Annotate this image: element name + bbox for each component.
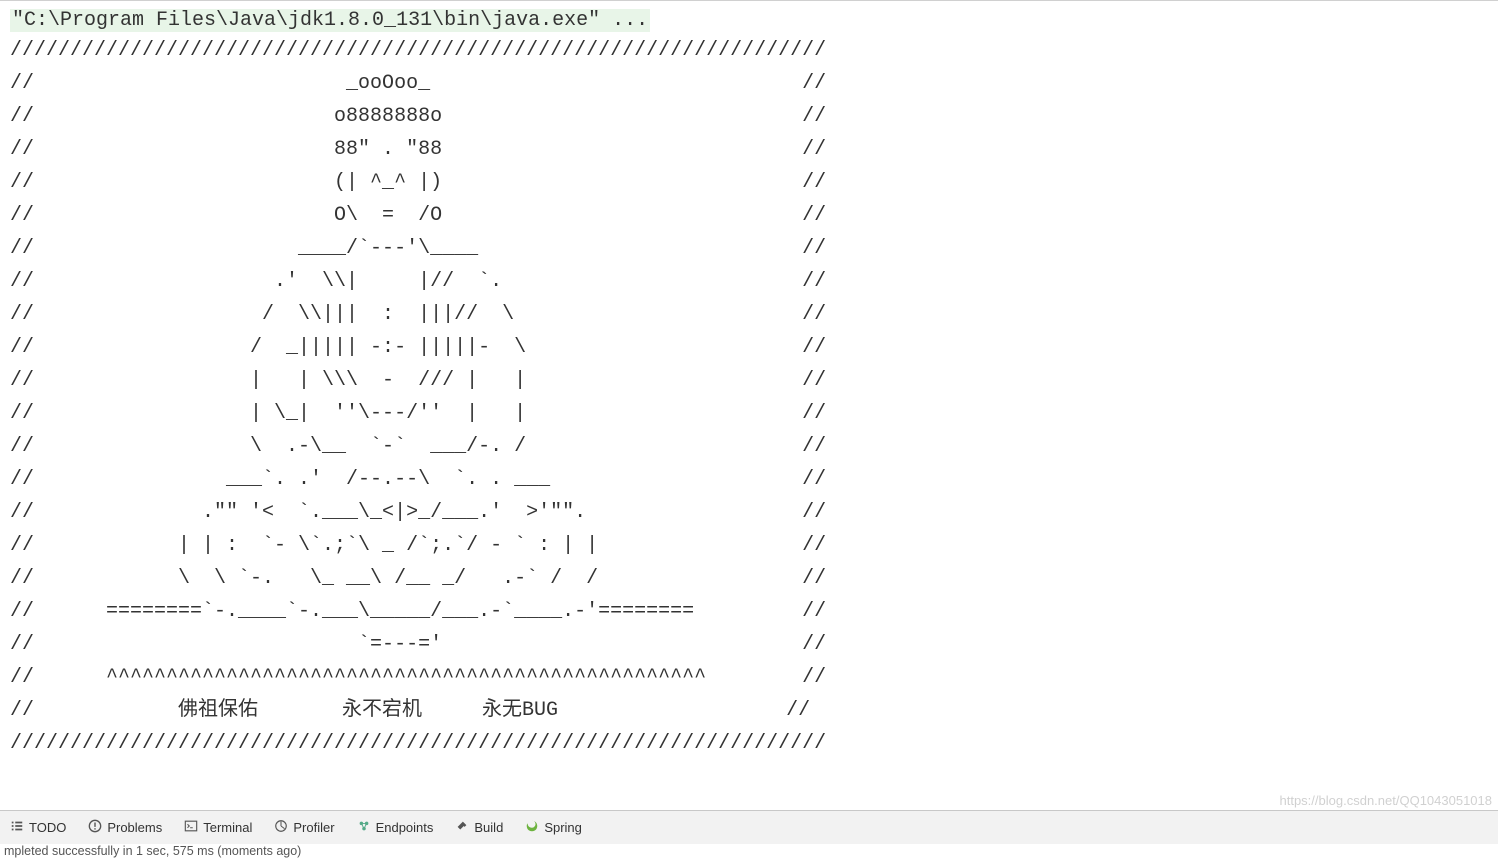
spring-icon (525, 819, 539, 836)
terminal-tab[interactable]: Terminal (182, 815, 254, 840)
endpoints-tab[interactable]: Endpoints (355, 815, 436, 840)
profiler-icon (274, 819, 288, 836)
hammer-icon (455, 819, 469, 836)
profiler-label: Profiler (293, 820, 334, 835)
terminal-label: Terminal (203, 820, 252, 835)
todo-label: TODO (29, 820, 66, 835)
build-label: Build (474, 820, 503, 835)
problems-tab[interactable]: Problems (86, 815, 164, 840)
watermark-text: https://blog.csdn.net/QQ1043051018 (1280, 793, 1493, 808)
todo-tab[interactable]: TODO (8, 815, 68, 840)
endpoints-icon (357, 819, 371, 836)
spring-tab[interactable]: Spring (523, 815, 584, 840)
log-line: 2021-02-23 20:39:47.068 INFO 20124 --- [… (10, 762, 1488, 784)
spring-label: Spring (544, 820, 582, 835)
problems-label: Problems (107, 820, 162, 835)
command-line: "C:\Program Files\Java\jdk1.8.0_131\bin\… (10, 9, 650, 32)
profiler-tab[interactable]: Profiler (272, 815, 336, 840)
terminal-icon (184, 819, 198, 836)
list-icon (10, 819, 24, 836)
bottom-toolbar: TODO Problems Terminal Profiler Endpoint… (0, 810, 1498, 844)
build-tab[interactable]: Build (453, 815, 505, 840)
ascii-art-banner: ////////////////////////////////////////… (10, 34, 1488, 760)
warning-icon (88, 819, 102, 836)
status-bar-text: mpleted successfully in 1 sec, 575 ms (m… (0, 844, 301, 858)
endpoints-label: Endpoints (376, 820, 434, 835)
console-output[interactable]: "C:\Program Files\Java\jdk1.8.0_131\bin\… (0, 0, 1498, 784)
